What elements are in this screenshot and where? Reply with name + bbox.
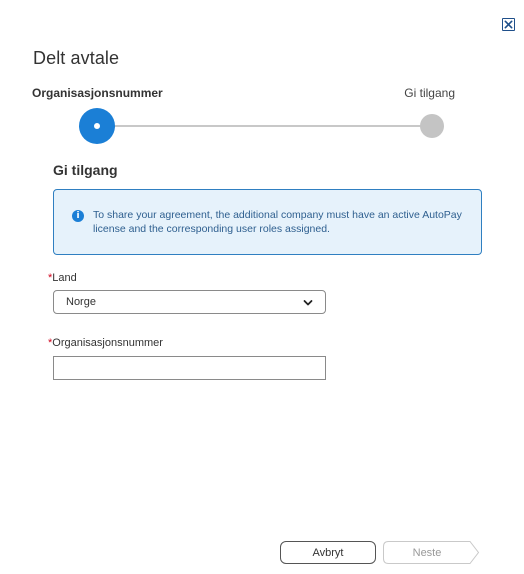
- step-indicator-active[interactable]: [79, 108, 115, 144]
- section-heading: Gi tilgang: [53, 162, 118, 178]
- next-button[interactable]: Neste: [383, 541, 480, 564]
- org-number-label: *Organisasjonsnummer: [48, 337, 163, 349]
- step-indicator-inactive[interactable]: [420, 114, 444, 138]
- cancel-button[interactable]: Avbryt: [280, 541, 376, 564]
- land-label: *Land: [48, 272, 77, 284]
- info-icon: i: [72, 210, 84, 222]
- chevron-down-icon: [303, 300, 313, 306]
- shared-agreement-dialog: Delt avtale Organisasjonsnummer Gi tilga…: [0, 0, 524, 574]
- info-alert: i To share your agreement, the additiona…: [53, 189, 482, 255]
- close-button[interactable]: [502, 18, 515, 31]
- close-x-icon: [504, 20, 513, 29]
- land-label-text: Land: [52, 272, 77, 284]
- step-label-gi-tilgang: Gi tilgang: [404, 86, 455, 100]
- step-dot-center: [94, 123, 100, 129]
- org-number-input[interactable]: [53, 356, 326, 380]
- land-select[interactable]: Norge: [53, 290, 326, 314]
- step-label-organisasjonsnummer: Organisasjonsnummer: [32, 86, 163, 100]
- org-number-label-text: Organisasjonsnummer: [52, 337, 163, 349]
- stepper-track: [110, 125, 425, 127]
- dialog-title: Delt avtale: [33, 48, 120, 68]
- land-select-value: Norge: [66, 296, 96, 308]
- next-button-label: Neste: [412, 546, 442, 559]
- info-alert-text: To share your agreement, the additional …: [93, 209, 462, 235]
